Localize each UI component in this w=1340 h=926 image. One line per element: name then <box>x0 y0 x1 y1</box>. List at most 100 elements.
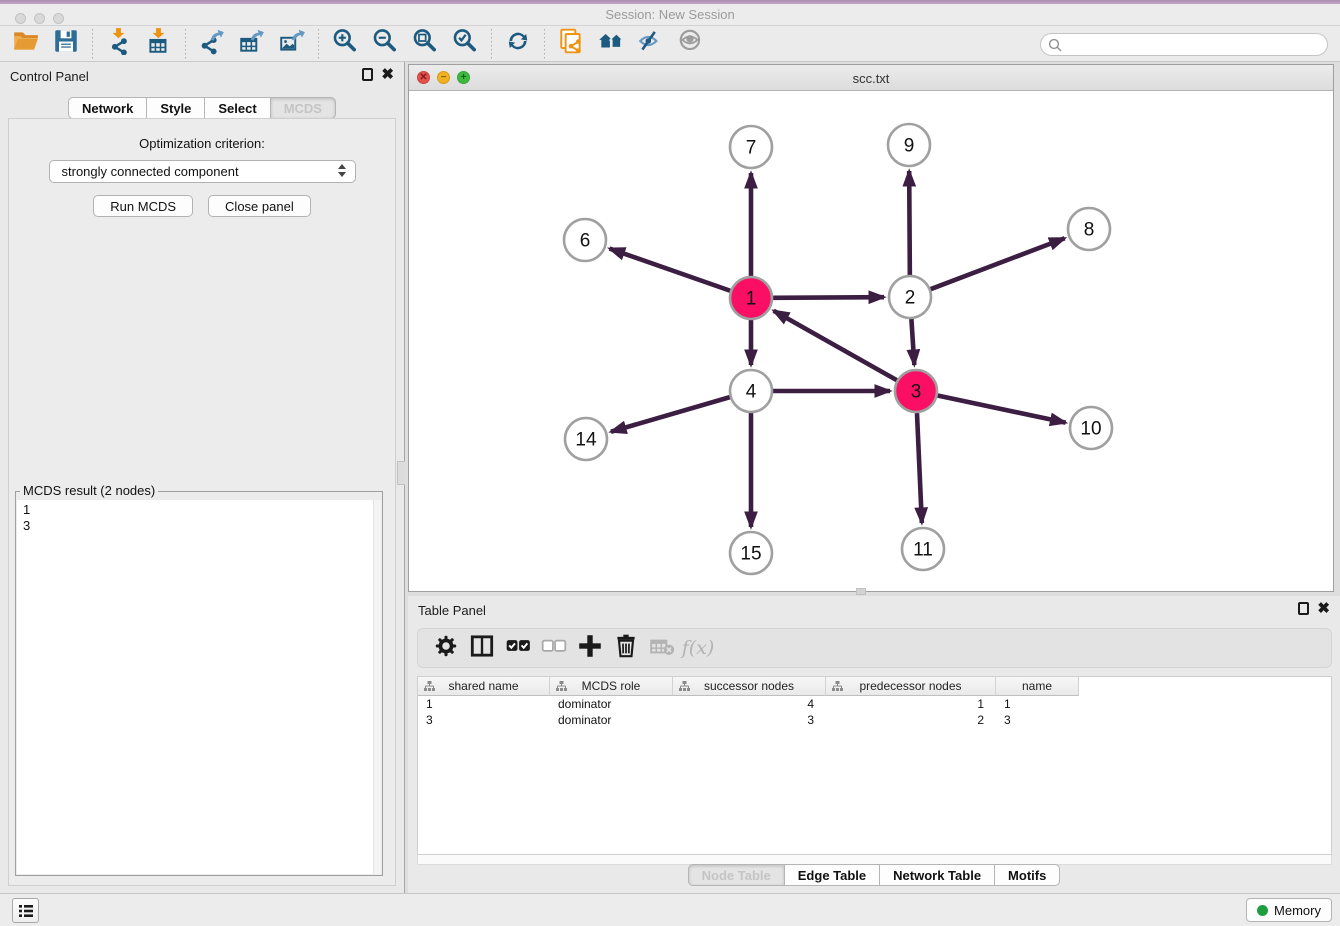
graph-node-6[interactable]: 6 <box>564 219 606 261</box>
status-bar: Memory <box>0 893 1340 926</box>
import-network-button[interactable] <box>102 28 136 60</box>
column-settings-gear-button[interactable] <box>428 631 464 665</box>
apply-layout-button[interactable] <box>501 28 535 60</box>
graph-node-1[interactable]: 1 <box>730 277 772 319</box>
zoom-out-button[interactable] <box>368 28 402 60</box>
add-column-button[interactable] <box>572 631 608 665</box>
close-panel-icon[interactable]: ✖ <box>381 68 394 81</box>
graph-node-2[interactable]: 2 <box>889 276 931 318</box>
column-hierarchy-icon <box>832 681 843 691</box>
graph-node-10[interactable]: 10 <box>1070 407 1112 449</box>
node-table[interactable]: shared nameMCDS rolesuccessor nodesprede… <box>417 676 1332 855</box>
graph-node-7[interactable]: 7 <box>730 126 772 168</box>
delete-columns-button[interactable] <box>608 631 644 665</box>
delete-table-icon <box>648 632 676 665</box>
cell-shared-name[interactable]: 3 <box>418 712 550 728</box>
mcds-result-textarea[interactable]: 1 3 <box>17 500 381 874</box>
save-session-button[interactable] <box>49 28 83 60</box>
run-mcds-button[interactable]: Run MCDS <box>93 195 193 217</box>
table-row[interactable]: 1dominator411 <box>418 696 1331 712</box>
clone-network-button[interactable] <box>554 28 588 60</box>
graph-node-3[interactable]: 3 <box>895 370 937 412</box>
split-panel-icon <box>468 632 496 665</box>
memory-button-label: Memory <box>1274 903 1321 918</box>
close-panel-button[interactable]: Close panel <box>208 195 311 217</box>
node-label: 3 <box>911 382 922 403</box>
column-header-predecessor-nodes[interactable]: predecessor nodes <box>826 677 996 696</box>
edge-1-6[interactable] <box>610 249 731 291</box>
tab-edge-table[interactable]: Edge Table <box>784 864 880 886</box>
edge-3-10[interactable] <box>938 396 1066 423</box>
tab-style[interactable]: Style <box>146 97 205 119</box>
tab-mcds[interactable]: MCDS <box>270 97 336 119</box>
tab-motifs[interactable]: Motifs <box>994 864 1060 886</box>
select-all-columns-button[interactable] <box>500 631 536 665</box>
show-all-button[interactable] <box>674 28 708 60</box>
edge-2-3[interactable] <box>911 319 914 365</box>
open-session-button[interactable] <box>9 28 43 60</box>
tab-node-table[interactable]: Node Table <box>688 864 785 886</box>
cell-predecessor-nodes[interactable]: 2 <box>826 712 996 728</box>
graph-node-11[interactable]: 11 <box>902 528 944 570</box>
network-graph[interactable]: 7 9 6 8 1 2 4 3 14 10 15 11 <box>409 91 1333 591</box>
graph-node-8[interactable]: 8 <box>1068 208 1110 250</box>
edge-4-14[interactable] <box>611 397 730 432</box>
cell-successor-nodes[interactable]: 3 <box>673 712 826 728</box>
edge-1-2[interactable] <box>773 297 884 298</box>
tab-network[interactable]: Network <box>68 97 147 119</box>
network-window-titlebar[interactable]: ✕ − + scc.txt <box>409 65 1333 91</box>
first-neighbors-button[interactable] <box>594 28 628 60</box>
vertical-splitter-handle[interactable] <box>397 461 405 485</box>
close-table-panel-icon[interactable]: ✖ <box>1317 602 1330 615</box>
zoom-in-button[interactable] <box>328 28 362 60</box>
cell-shared-name[interactable]: 1 <box>418 696 550 712</box>
float-panel-icon[interactable] <box>362 68 373 81</box>
function-builder-button: f(x) <box>680 631 716 665</box>
graph-node-4[interactable]: 4 <box>730 370 772 412</box>
edge-3-11[interactable] <box>917 413 922 523</box>
node-label: 4 <box>746 382 757 403</box>
edge-3-1[interactable] <box>774 311 897 380</box>
column-header-shared-name[interactable]: shared name <box>418 677 550 696</box>
graph-node-15[interactable]: 15 <box>730 532 772 574</box>
add-column-icon <box>576 632 604 665</box>
import-network-icon <box>105 27 133 60</box>
search-input[interactable] <box>1062 36 1327 54</box>
unselect-all-columns-button[interactable] <box>536 631 572 665</box>
cell-MCDS-role[interactable]: dominator <box>550 696 673 712</box>
table-header-row: shared nameMCDS rolesuccessor nodesprede… <box>418 677 1331 696</box>
tab-network-table[interactable]: Network Table <box>879 864 995 886</box>
column-header-name[interactable]: name <box>996 677 1079 696</box>
column-header-successor-nodes[interactable]: successor nodes <box>673 677 826 696</box>
import-table-button[interactable] <box>142 28 176 60</box>
edge-2-9[interactable] <box>909 171 910 275</box>
column-header-MCDS-role[interactable]: MCDS role <box>550 677 673 696</box>
task-history-button[interactable] <box>12 898 39 923</box>
export-network-button[interactable] <box>195 28 229 60</box>
zoom-fit-button[interactable] <box>408 28 442 60</box>
criterion-dropdown[interactable]: strongly connected component <box>49 160 356 183</box>
toolbar-separator <box>92 29 93 59</box>
open-session-icon <box>12 27 40 60</box>
result-scrollbar[interactable] <box>373 500 381 874</box>
tab-select[interactable]: Select <box>204 97 270 119</box>
horizontal-splitter-handle[interactable] <box>856 588 866 595</box>
cell-MCDS-role[interactable]: dominator <box>550 712 673 728</box>
cell-name[interactable]: 1 <box>996 696 1079 712</box>
graph-node-14[interactable]: 14 <box>565 418 607 460</box>
network-canvas[interactable]: 7 9 6 8 1 2 4 3 14 10 15 11 <box>409 91 1333 591</box>
cell-predecessor-nodes[interactable]: 1 <box>826 696 996 712</box>
edge-2-8[interactable] <box>931 238 1065 289</box>
table-row[interactable]: 3dominator323 <box>418 712 1331 728</box>
criterion-dropdown-value: strongly connected component <box>62 164 239 179</box>
export-table-button[interactable] <box>235 28 269 60</box>
hide-selected-button[interactable] <box>634 28 668 60</box>
memory-button[interactable]: Memory <box>1246 898 1332 922</box>
float-table-panel-icon[interactable] <box>1298 602 1309 615</box>
cell-successor-nodes[interactable]: 4 <box>673 696 826 712</box>
graph-node-9[interactable]: 9 <box>888 124 930 166</box>
zoom-selected-button[interactable] <box>448 28 482 60</box>
split-panel-button[interactable] <box>464 631 500 665</box>
cell-name[interactable]: 3 <box>996 712 1079 728</box>
export-image-button[interactable] <box>275 28 309 60</box>
